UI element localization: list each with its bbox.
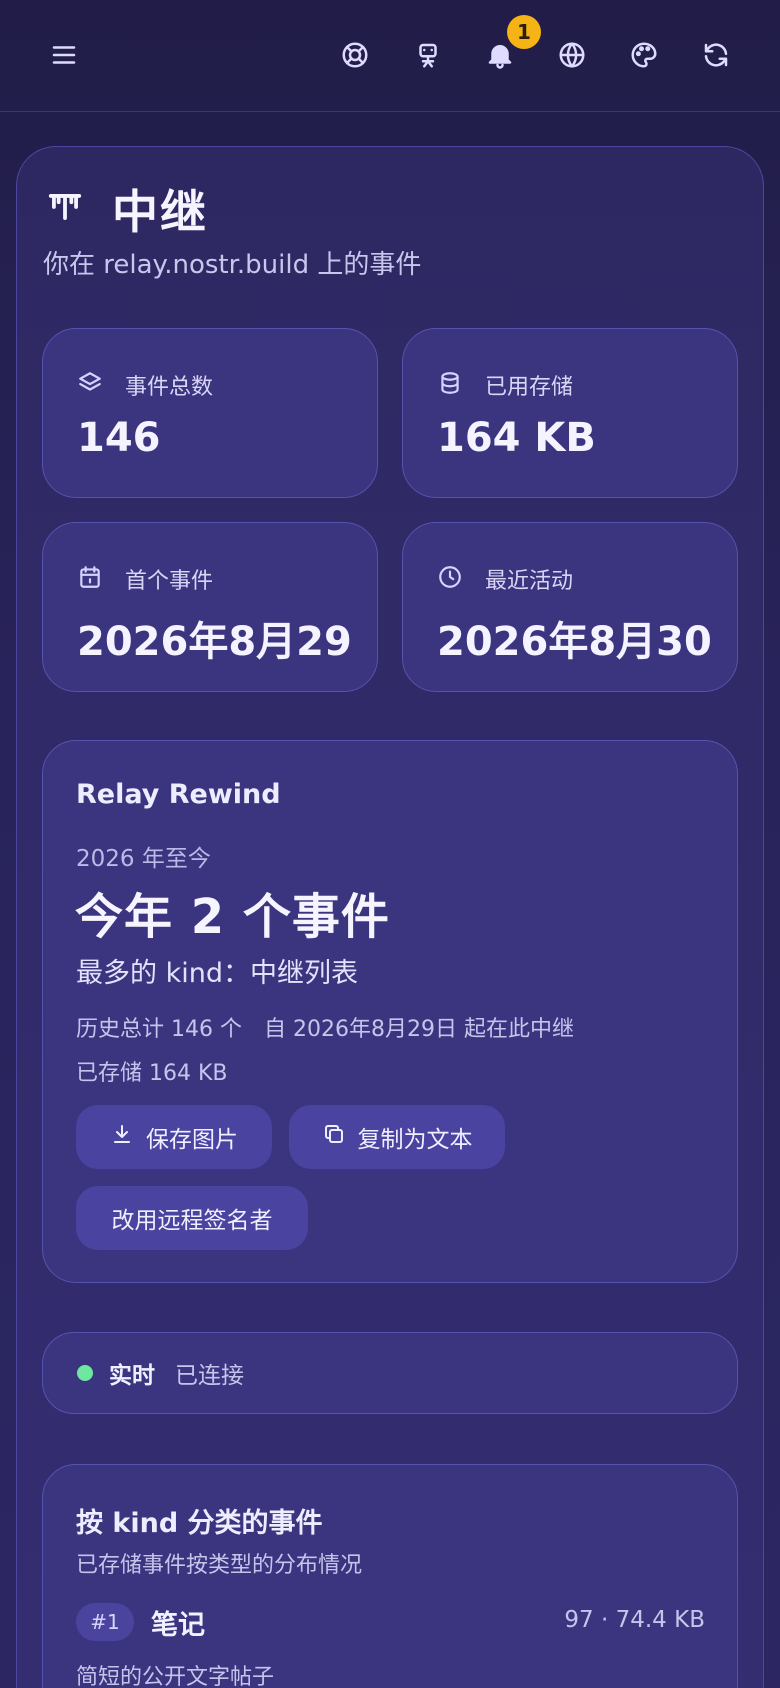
kind-rank-badge: #1 <box>76 1603 134 1641</box>
refresh-icon[interactable] <box>693 32 739 78</box>
notification-badge: 1 <box>507 15 541 49</box>
status-dot <box>77 1365 93 1381</box>
save-image-label: 保存图片 <box>146 1127 238 1153</box>
connection-status: 已连接 <box>175 1363 244 1389</box>
rewind-top-kind: 最多的 kind：中继列表 <box>76 958 358 989</box>
live-label: 实时 <box>109 1363 155 1389</box>
save-image-button[interactable]: 保存图片 <box>76 1105 272 1169</box>
stat-label: 首个事件 <box>125 569 214 594</box>
stat-last-activity: 最近活动 2026年8月30 <box>402 522 738 692</box>
page-title: 中继 <box>112 185 208 239</box>
layers-icon <box>77 370 103 400</box>
stat-label: 已用存储 <box>485 375 574 400</box>
top-bar: 1 <box>0 0 780 112</box>
page-subtitle: 你在 relay.nostr.build 上的事件 <box>43 250 422 280</box>
rewind-headline: 今年 2 个事件 <box>75 889 390 945</box>
kinds-subtitle: 已存储事件按类型的分布情况 <box>76 1553 363 1578</box>
stat-value: 2026年8月29 <box>77 619 352 665</box>
rewind-title: Relay Rewind <box>76 779 281 810</box>
download-icon <box>110 1122 146 1152</box>
copy-as-text-button[interactable]: 复制为文本 <box>289 1105 505 1169</box>
rewind-history: 历史总计 146 个 自 2026年8月29日 起在此中继 <box>76 1017 574 1042</box>
globe-icon[interactable] <box>549 32 595 78</box>
rewind-stored: 已存储 164 KB <box>76 1061 228 1086</box>
stat-first-event: 首个事件 2026年8月29 <box>42 522 378 692</box>
robot-icon[interactable] <box>405 32 451 78</box>
database-icon <box>437 370 463 400</box>
clock-icon <box>437 564 463 594</box>
remote-signer-button[interactable]: 改用远程签名者 <box>76 1186 308 1250</box>
stat-value: 146 <box>77 415 161 461</box>
stat-storage-used: 已用存储 164 KB <box>402 328 738 498</box>
live-status-bar: 实时 已连接 <box>42 1332 738 1414</box>
calendar-icon <box>77 564 103 594</box>
stat-value: 2026年8月30 <box>437 619 712 665</box>
kinds-title: 按 kind 分类的事件 <box>76 1508 323 1539</box>
remote-signer-label: 改用远程签名者 <box>111 1208 273 1234</box>
copy-icon <box>322 1122 358 1152</box>
stat-label: 最近活动 <box>485 569 574 594</box>
stat-value: 164 KB <box>437 415 596 461</box>
copy-as-text-label: 复制为文本 <box>357 1127 473 1153</box>
menu-icon[interactable] <box>41 32 87 78</box>
kind-count-size: 97 · 74.4 KB <box>564 1607 705 1633</box>
kind-description: 简短的公开文字帖子 <box>76 1665 275 1688</box>
lifebuoy-icon[interactable] <box>332 32 378 78</box>
stat-label: 事件总数 <box>125 375 214 400</box>
stat-total-events: 事件总数 146 <box>42 328 378 498</box>
page-title-row: 中继 <box>46 176 208 242</box>
palette-icon[interactable] <box>621 32 667 78</box>
relay-rewind-card: Relay Rewind 2026 年至今 今年 2 个事件 最多的 kind：… <box>42 740 738 1283</box>
events-by-kind-card: 按 kind 分类的事件 已存储事件按类型的分布情况 #1 笔记 97 · 74… <box>42 1464 738 1688</box>
rewind-since: 2026 年至今 <box>76 846 211 872</box>
kind-name: 笔记 <box>151 1610 205 1641</box>
antenna-icon <box>46 188 84 230</box>
